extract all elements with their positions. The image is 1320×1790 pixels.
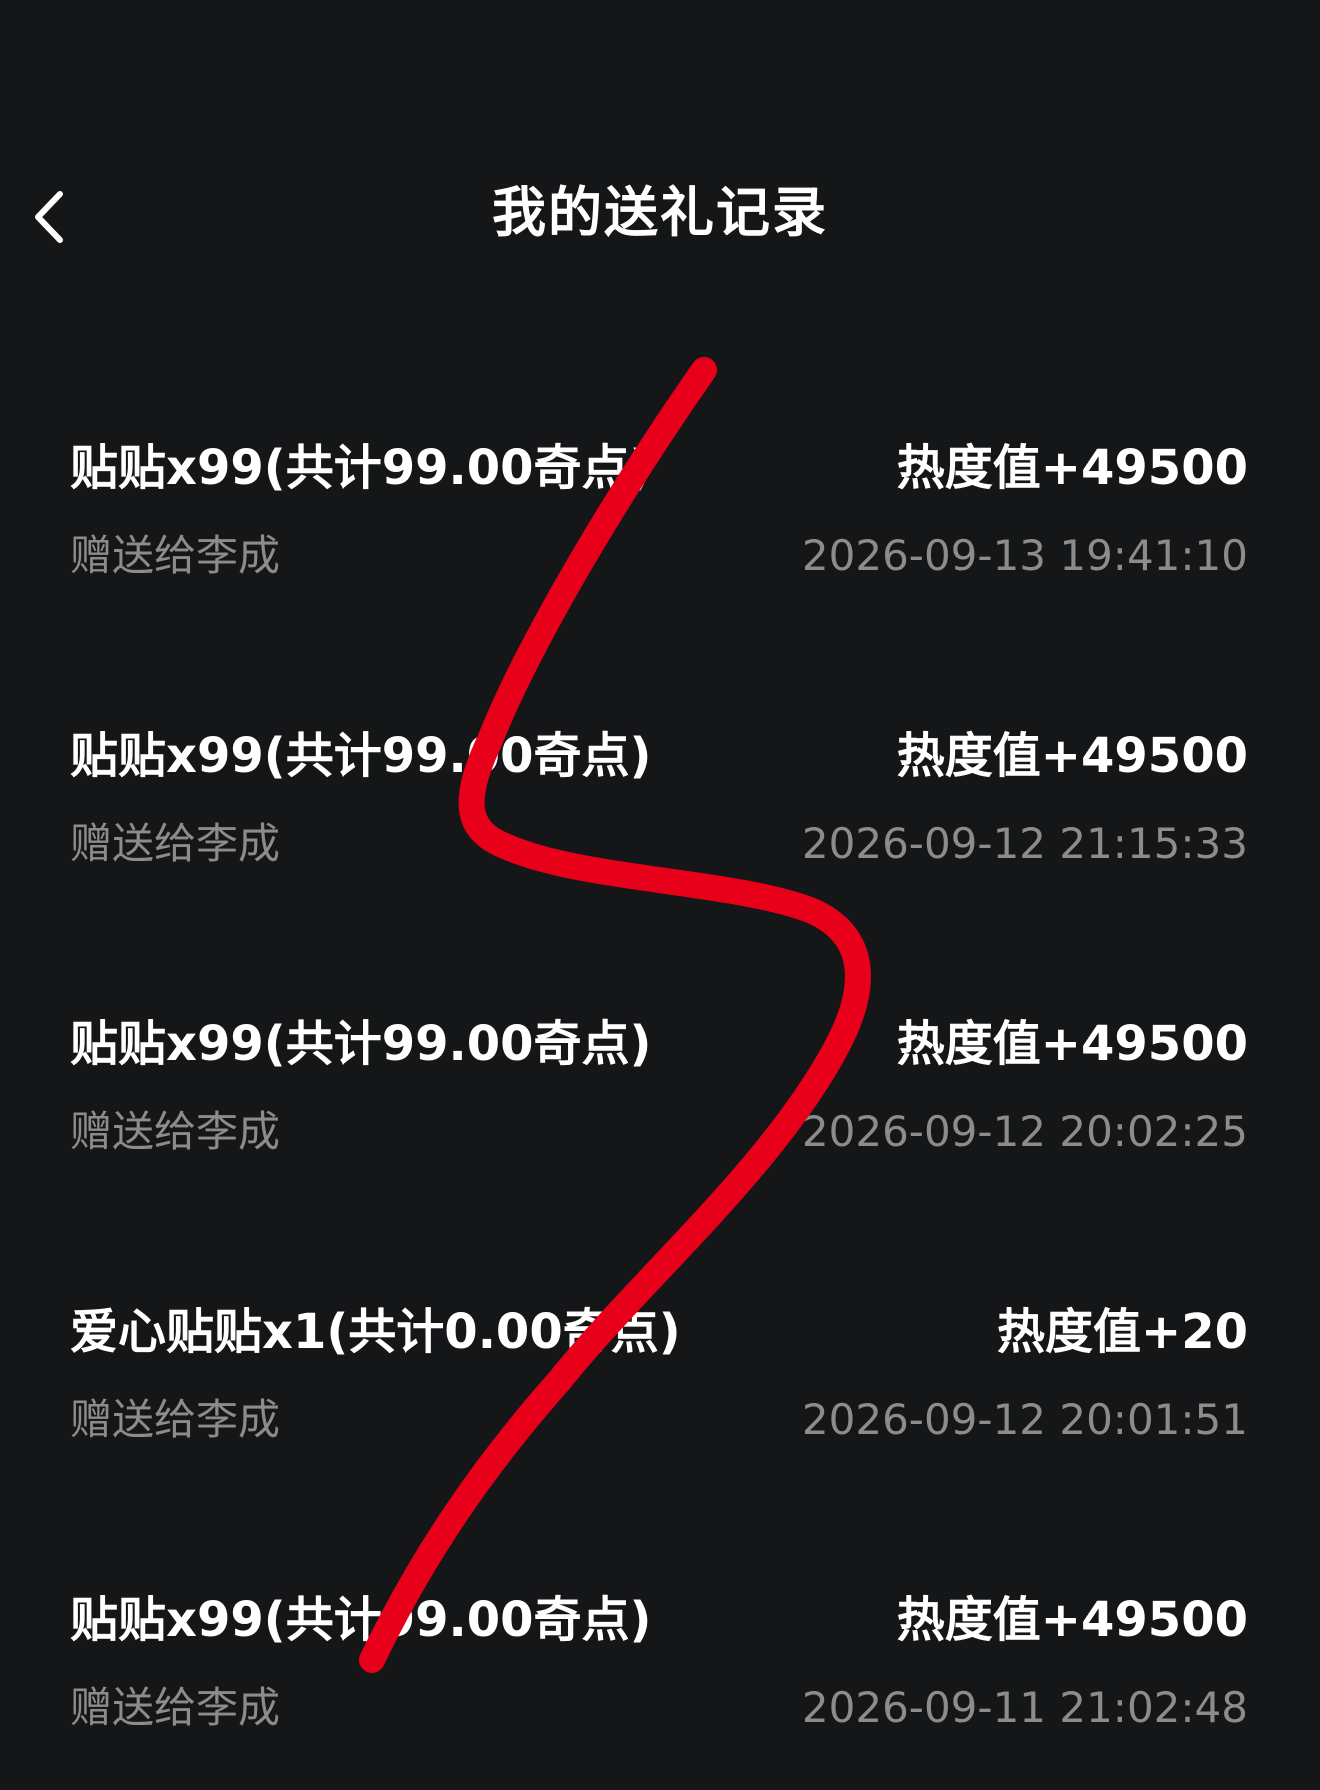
gift-description: 贴贴x99(共计99.00奇点) (70, 728, 652, 784)
recipient-label: 赠送给李成 (70, 1107, 281, 1156)
gift-description: 贴贴x99(共计99.00奇点) (70, 1016, 652, 1072)
gift-record-item[interactable]: 贴贴x99(共计99.00奇点) 热度值+49500 赠送给李成 2026-09… (70, 1014, 1248, 1214)
timestamp: 2026-09-13 19:41:10 (801, 531, 1248, 580)
timestamp: 2026-09-12 20:02:25 (801, 1107, 1248, 1156)
timestamp: 2026-09-12 20:01:51 (801, 1395, 1248, 1444)
gift-record-item[interactable]: 贴贴x99(共计99.00奇点) 热度值+49500 赠送给李成 2026-09… (70, 1590, 1248, 1790)
gift-description: 贴贴x99(共计99.00奇点) (70, 1592, 652, 1648)
heat-value: 热度值+20 (996, 1304, 1248, 1360)
gift-description: 爱心贴贴x1(共计0.00奇点) (70, 1304, 681, 1360)
gift-record-list: 贴贴x99(共计99.00奇点) 热度值+49500 赠送给李成 2026-09… (0, 0, 1320, 1732)
gift-record-item[interactable]: 爱心贴贴x1(共计0.00奇点) 热度值+20 赠送给李成 2026-09-12… (70, 1302, 1248, 1502)
timestamp: 2026-09-11 21:02:48 (801, 1683, 1248, 1732)
heat-value: 热度值+49500 (896, 1016, 1248, 1072)
gift-description: 贴贴x99(共计99.00奇点) (70, 440, 652, 496)
recipient-label: 赠送给李成 (70, 819, 281, 868)
recipient-label: 赠送给李成 (70, 1395, 281, 1444)
recipient-label: 赠送给李成 (70, 1683, 281, 1732)
gift-record-item[interactable]: 贴贴x99(共计99.00奇点) 热度值+49500 赠送给李成 2026-09… (70, 438, 1248, 638)
recipient-label: 赠送给李成 (70, 531, 281, 580)
heat-value: 热度值+49500 (896, 1592, 1248, 1648)
timestamp: 2026-09-12 21:15:33 (801, 819, 1248, 868)
heat-value: 热度值+49500 (896, 728, 1248, 784)
gift-record-item[interactable]: 贴贴x99(共计99.00奇点) 热度值+49500 赠送给李成 2026-09… (70, 726, 1248, 926)
heat-value: 热度值+49500 (896, 440, 1248, 496)
